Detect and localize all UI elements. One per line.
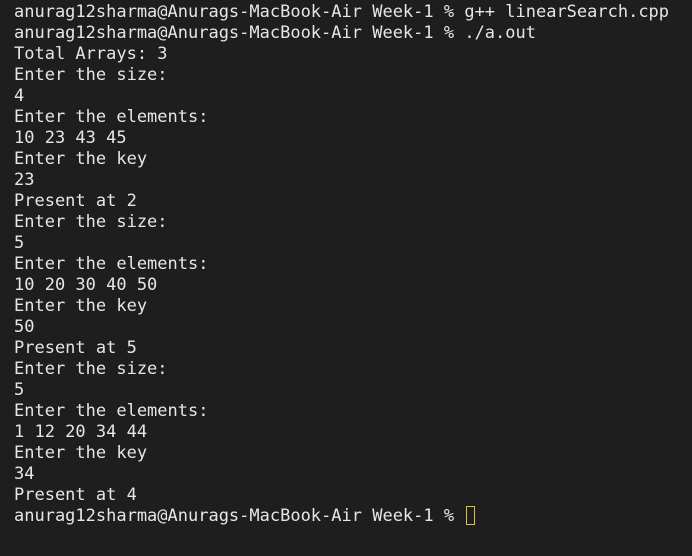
terminal-line: 10 20 30 40 50 [14,275,158,295]
terminal-line: Present at 4 [14,485,137,505]
terminal-line: Enter the size: [14,212,168,232]
terminal-line: 50 [14,317,35,337]
terminal-line: Total Arrays: 3 [14,44,168,64]
terminal-line: Enter the size: [14,65,168,85]
terminal-line: 5 [14,380,25,400]
terminal-line: Present at 5 [14,338,137,358]
terminal-line: Enter the size: [14,359,168,379]
text-cursor [466,506,476,525]
terminal-line: 23 [14,170,35,190]
terminal-line: Enter the key [14,149,148,169]
terminal-line: 1 12 20 34 44 [14,422,148,442]
terminal-line: 34 [14,464,35,484]
terminal-line: Present at 2 [14,191,137,211]
terminal-line: 4 [14,86,25,106]
terminal-line: anurag12sharma@Anurags-MacBook-Air Week-… [14,23,536,43]
command-prompt-line[interactable]: anurag12sharma@Anurags-MacBook-Air Week-… [14,506,692,527]
terminal-line: Enter the key [14,296,148,316]
terminal-line: anurag12sharma@Anurags-MacBook-Air Week-… [14,2,670,22]
terminal-output: anurag12sharma@Anurags-MacBook-Air Week-… [14,2,692,527]
terminal-line: Enter the elements: [14,254,209,274]
terminal-line: Enter the key [14,443,148,463]
terminal-line: Enter the elements: [14,401,209,421]
terminal-line: 5 [14,233,25,253]
terminal-line: Enter the elements: [14,107,209,127]
terminal-window[interactable]: anurag12sharma@Anurags-MacBook-Air Week-… [0,0,692,556]
shell-prompt: anurag12sharma@Anurags-MacBook-Air Week-… [14,506,465,526]
terminal-line: 10 23 43 45 [14,128,127,148]
